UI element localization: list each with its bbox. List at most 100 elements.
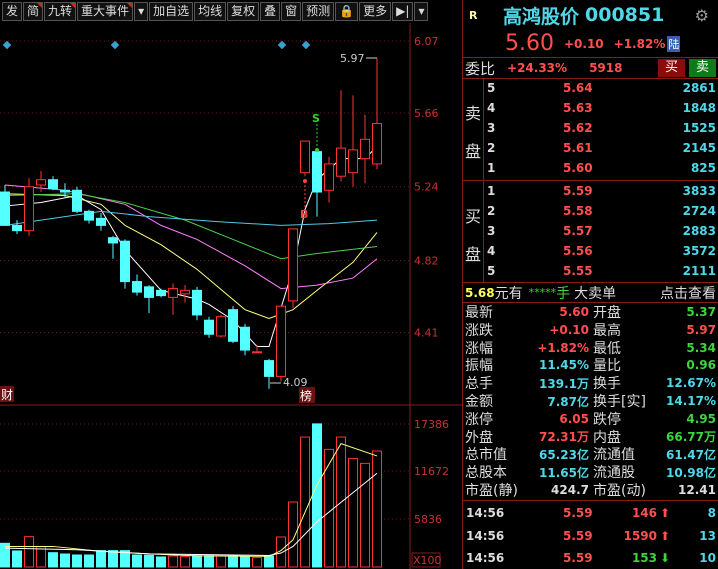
toolbar-item-0[interactable]: 发 <box>2 2 23 21</box>
candle-body <box>132 281 142 293</box>
order-price: 5.55 <box>563 264 593 278</box>
order-price: 5.62 <box>563 121 593 135</box>
stat-value: 4.95 <box>686 411 716 426</box>
buy-order-row[interactable]: 5 5.55 2111 <box>463 261 718 281</box>
chart-toolbar: 发简九转 重大事件 ▾ 加自选 均线 复权叠窗预测 🔒 更多 ▶| ▾ <box>0 0 429 23</box>
candle <box>216 314 226 338</box>
sell-button[interactable]: 卖 <box>689 59 716 77</box>
stat-row: 最新 5.60 开盘 5.37 <box>463 303 718 321</box>
volume-bar <box>264 555 274 568</box>
volume-bar <box>36 546 46 568</box>
price-change: +0.10 <box>563 36 604 51</box>
arrow-up-icon: ⬆ <box>660 506 671 520</box>
stat-row: 振幅 11.45% 量比 0.96 <box>463 356 718 374</box>
sell-order-row[interactable]: 1 5.60 825 <box>463 158 718 178</box>
candle-body <box>36 179 46 186</box>
candle-body <box>216 316 226 337</box>
weibi-diff: 5918 <box>589 61 623 75</box>
buy-order-row[interactable]: 2 5.58 2724 <box>463 201 718 221</box>
level: 1 <box>487 184 496 198</box>
candle <box>336 90 346 182</box>
toolbar-item-12[interactable]: 更多 <box>359 2 392 21</box>
stat-row: 市盈(静) 424.7 市盈(动) 12.41 <box>463 481 718 499</box>
candle-body <box>312 151 322 193</box>
stat-value: 11.65亿 <box>539 465 589 480</box>
candle-body <box>372 123 382 165</box>
gear-icon[interactable]: ⚙ <box>695 6 709 25</box>
candle-body <box>252 351 262 354</box>
toolbar-item-1[interactable]: 简 <box>23 2 44 21</box>
order-price: 5.63 <box>563 101 593 115</box>
view-link[interactable]: 点击查看 <box>660 283 716 303</box>
toolbar-item-14[interactable]: ▾ <box>414 2 429 21</box>
toolbar-item-3[interactable]: 重大事件 <box>77 2 134 21</box>
buy-button[interactable]: 买 <box>658 59 685 77</box>
buy-order-row[interactable]: 1 5.59 3833 <box>463 181 718 201</box>
candle-body <box>12 224 22 232</box>
candle <box>288 228 298 308</box>
volume-bar <box>324 448 334 568</box>
order-volume: 2111 <box>682 264 716 278</box>
stat-value: 5.60 <box>559 305 589 319</box>
stat-value: 424.7 <box>551 483 589 497</box>
level: 5 <box>487 81 496 95</box>
tick-volume: 1590 <box>623 528 657 543</box>
buy-orders: 1 5.59 3833 2 5.58 2724 3 5.57 2883 4 5.56 3572 5 5.5… <box>463 181 718 282</box>
toolbar-item-9[interactable]: 窗 <box>281 2 302 21</box>
candle <box>72 186 82 214</box>
ma-line-ma30 <box>4 193 378 260</box>
toolbar-item-7[interactable]: 复权 <box>227 2 260 21</box>
level: 1 <box>487 161 496 175</box>
sell-order-row[interactable]: 4 5.63 1848 <box>463 98 718 118</box>
stat-value: 12.41 <box>678 483 716 497</box>
buy-order-row[interactable]: 3 5.57 2883 <box>463 221 718 241</box>
buy-order-row[interactable]: 4 5.56 3572 <box>463 241 718 261</box>
candle <box>360 114 370 184</box>
candle-body <box>24 186 34 232</box>
sell-order-row[interactable]: 2 5.61 2145 <box>463 138 718 158</box>
order-volume: 2861 <box>682 81 716 95</box>
candle <box>228 306 238 344</box>
order-price: 5.64 <box>563 81 593 95</box>
level: 3 <box>487 121 496 135</box>
order-volume: 825 <box>690 161 716 175</box>
candle-body <box>300 140 310 174</box>
toolbar-item-11[interactable]: 🔒 <box>335 2 359 21</box>
sell-signal-dot <box>315 148 319 152</box>
candle-body <box>72 189 82 212</box>
order-price: 5.60 <box>563 161 593 175</box>
r-badge: R <box>469 8 478 22</box>
candle-body <box>180 289 190 295</box>
event-diamond-icon <box>2 40 12 50</box>
candle-body <box>156 289 166 297</box>
sell-order-row[interactable]: 5 5.64 2861 <box>463 78 718 98</box>
kline-chart[interactable]: 6.07 5.66 5.24 4.82 4.41 17386 11672 5836 X100 5.… <box>0 0 462 569</box>
tick-volume: 146 <box>631 506 657 520</box>
candle <box>12 220 22 235</box>
toolbar-item-6[interactable]: 均线 <box>194 2 227 21</box>
stat-value: 14.17% <box>666 394 716 408</box>
price-change-pct: +1.82% <box>613 36 666 51</box>
toolbar-item-8[interactable]: 叠 <box>260 2 281 21</box>
order-volume: 2883 <box>682 224 716 238</box>
big-order-row[interactable]: 5.68 元有 ***** 手 大卖单 点击查看 <box>463 283 718 302</box>
stat-row: 总手 139.1万 换手 12.67% <box>463 374 718 392</box>
toolbar-item-13[interactable]: ▶| <box>392 2 414 21</box>
order-volume: 2145 <box>682 141 716 155</box>
sell-order-row[interactable]: 3 5.62 1525 <box>463 118 718 138</box>
quote-panel: R 高鸿股价 000851 ⚙ 5.60 +0.10 +1.82% 陆 委比 +… <box>462 0 718 569</box>
volume-bar <box>300 436 310 568</box>
stat-value: 6.05 <box>559 411 589 426</box>
tick-row: 14:56 5.59 153 ⬇ 10 <box>463 548 718 568</box>
toolbar-item-10[interactable]: 预测 <box>302 2 335 21</box>
toolbar-item-2[interactable]: 九转 <box>44 2 77 21</box>
big-order-price: 5.68 <box>465 285 495 300</box>
buy-side-label: 买 <box>465 207 482 226</box>
order-price: 5.58 <box>563 204 593 218</box>
volume-bar <box>108 550 118 568</box>
toolbar-item-4[interactable]: ▾ <box>134 2 149 21</box>
finance-marker-label: 财 <box>1 388 13 402</box>
toolbar-item-5[interactable]: 加自选 <box>149 2 194 21</box>
order-volume: 3833 <box>682 184 716 198</box>
stat-value: 61.47亿 <box>666 447 716 462</box>
